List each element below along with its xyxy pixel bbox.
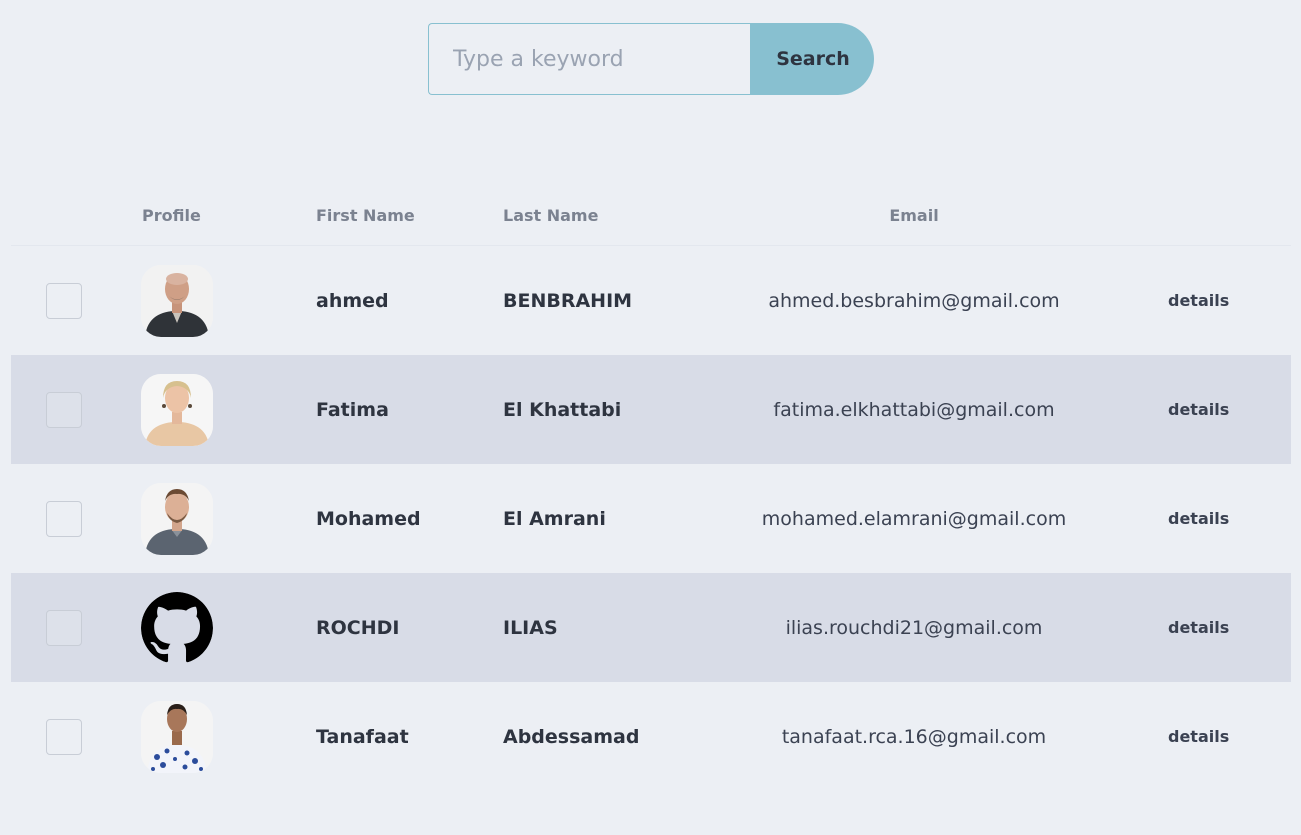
cell-first-name: Mohamed bbox=[316, 508, 421, 530]
users-table: Profile First Name Last Name Email ahmed… bbox=[11, 190, 1291, 791]
table-row: Fatima El Khattabi fatima.elkhattabi@gma… bbox=[11, 355, 1291, 464]
profile-avatar bbox=[141, 701, 213, 773]
details-link[interactable]: details bbox=[1168, 509, 1229, 528]
row-checkbox[interactable] bbox=[46, 392, 82, 428]
cell-last-name: Abdessamad bbox=[503, 726, 640, 748]
search-input[interactable] bbox=[428, 23, 750, 95]
table-row: Mohamed El Amrani mohamed.elamrani@gmail… bbox=[11, 464, 1291, 573]
cell-email: ahmed.besbrahim@gmail.com bbox=[768, 290, 1060, 312]
cell-first-name: ROCHDI bbox=[316, 617, 400, 639]
cell-email: mohamed.elamrani@gmail.com bbox=[761, 508, 1067, 530]
cell-email: tanafaat.rca.16@gmail.com bbox=[781, 726, 1047, 748]
column-header-first-name: First Name bbox=[316, 206, 415, 225]
cell-last-name: El Amrani bbox=[503, 508, 606, 530]
cell-first-name: Tanafaat bbox=[316, 726, 409, 748]
cell-email: fatima.elkhattabi@gmail.com bbox=[773, 399, 1055, 421]
row-checkbox[interactable] bbox=[46, 610, 82, 646]
details-link[interactable]: details bbox=[1168, 291, 1229, 310]
details-link[interactable]: details bbox=[1168, 400, 1229, 419]
cell-last-name: ILIAS bbox=[503, 617, 558, 639]
details-link[interactable]: details bbox=[1168, 727, 1229, 746]
column-header-email: Email bbox=[889, 206, 939, 225]
row-checkbox[interactable] bbox=[46, 719, 82, 755]
table-row: ROCHDI ILIAS ilias.rouchdi21@gmail.com d… bbox=[11, 573, 1291, 682]
table-header: Profile First Name Last Name Email bbox=[11, 190, 1291, 246]
table-row: ahmed BENBRAHIM ahmed.besbrahim@gmail.co… bbox=[11, 246, 1291, 355]
row-checkbox[interactable] bbox=[46, 283, 82, 319]
cell-first-name: ahmed bbox=[316, 290, 389, 312]
github-icon bbox=[141, 592, 213, 664]
search-bar: Search bbox=[428, 23, 874, 95]
table-row: Tanafaat Abdessamad tanafaat.rca.16@gmai… bbox=[11, 682, 1291, 791]
profile-avatar bbox=[141, 483, 213, 555]
cell-email: ilias.rouchdi21@gmail.com bbox=[785, 617, 1043, 639]
profile-avatar bbox=[141, 374, 213, 446]
row-checkbox[interactable] bbox=[46, 501, 82, 537]
cell-last-name: BENBRAHIM bbox=[503, 290, 633, 312]
column-header-profile: Profile bbox=[142, 206, 201, 225]
column-header-last-name: Last Name bbox=[503, 206, 599, 225]
search-button[interactable]: Search bbox=[750, 23, 874, 95]
profile-avatar bbox=[141, 265, 213, 337]
cell-first-name: Fatima bbox=[316, 399, 389, 421]
cell-last-name: El Khattabi bbox=[503, 399, 622, 421]
details-link[interactable]: details bbox=[1168, 618, 1229, 637]
